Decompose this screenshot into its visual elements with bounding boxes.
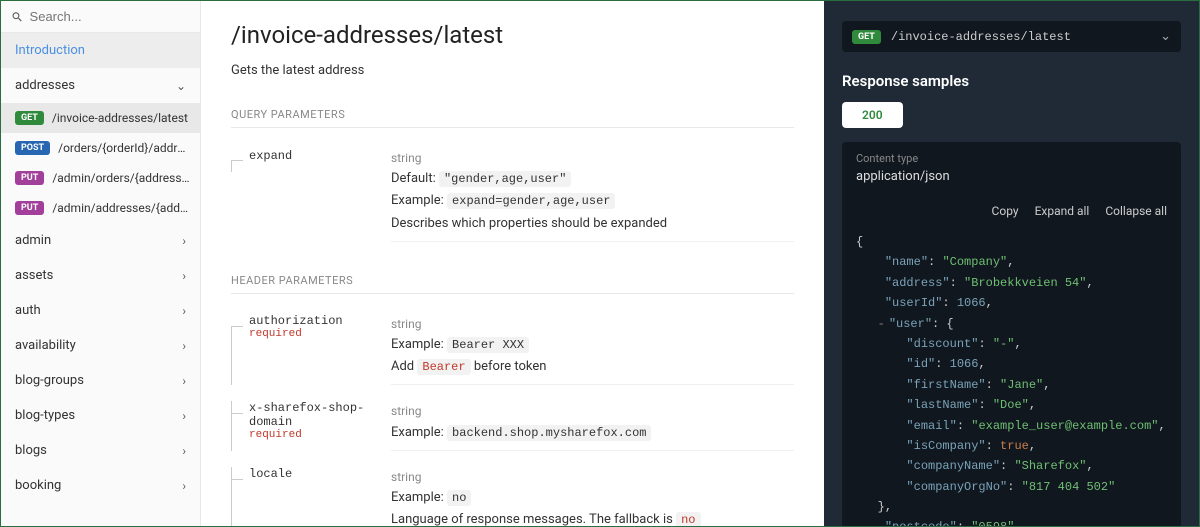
sidebar-group-label: blog-types: [15, 408, 75, 423]
status-tab-200[interactable]: 200: [842, 102, 903, 128]
query-params-title: QUERY PARAMETERS: [231, 108, 794, 128]
endpoint-label: /admin/addresses/{addr...: [52, 201, 190, 215]
samples-title: Response samples: [842, 72, 1181, 90]
sidebar-group-blogs[interactable]: blogs ›: [1, 433, 200, 468]
endpoint-path: /invoice-addresses/latest: [891, 30, 1160, 44]
param-type: string: [391, 401, 794, 421]
default-label: Default:: [391, 171, 436, 186]
content-type-box: Content type application/json: [842, 142, 1181, 194]
sidebar-group-label: blogs: [15, 443, 47, 458]
param-example: backend.shop.mysharefox.com: [447, 425, 651, 441]
example-label: Example:: [391, 490, 444, 505]
endpoint-label: /invoice-addresses/latest: [52, 111, 188, 125]
param-name: authorization: [249, 314, 391, 328]
content-type-label: Content type: [856, 152, 1167, 165]
sidebar-group-assets[interactable]: assets ›: [1, 258, 200, 293]
search-input[interactable]: [30, 9, 190, 24]
endpoint-description: Gets the latest address: [231, 63, 794, 78]
param-locale: locale string Example: no Language of re…: [231, 459, 794, 526]
param-type: string: [391, 467, 794, 487]
chevron-right-icon: ›: [182, 269, 186, 283]
samples-panel: GET /invoice-addresses/latest ⌄ Response…: [824, 1, 1199, 526]
sidebar-intro-label: Introduction: [15, 43, 85, 58]
sidebar-group-auth[interactable]: auth ›: [1, 293, 200, 328]
param-shop-domain: x-sharefox-shop-domain required string E…: [231, 393, 794, 458]
sidebar-group-label: addresses: [15, 78, 75, 93]
param-desc: Describes which properties should be exp…: [391, 213, 794, 235]
content-type-value: application/json: [856, 169, 1167, 184]
required-label: required: [249, 429, 391, 441]
sidebar-group-blog-groups[interactable]: blog-groups ›: [1, 363, 200, 398]
param-name: x-sharefox-shop-domain: [249, 401, 391, 429]
param-expand: expand string Default: "gender,age,user"…: [231, 140, 794, 250]
sidebar: Introduction addresses ⌄ GET /invoice-ad…: [1, 1, 201, 526]
sidebar-group-label: booking: [15, 478, 61, 493]
chevron-right-icon: ›: [182, 304, 186, 318]
sidebar-endpoint-2[interactable]: PUT /admin/orders/{addressi...: [1, 163, 200, 193]
copy-button[interactable]: Copy: [992, 204, 1019, 218]
example-label: Example:: [391, 337, 444, 352]
sidebar-group-label: auth: [15, 303, 41, 318]
chevron-right-icon: ›: [182, 234, 186, 248]
search-icon: [11, 10, 24, 24]
example-label: Example:: [391, 193, 444, 208]
chevron-right-icon: ›: [182, 444, 186, 458]
method-badge-put: PUT: [15, 171, 44, 185]
param-authorization: authorization required string Example: B…: [231, 306, 794, 394]
param-name: locale: [249, 467, 391, 481]
code-actions: Copy Expand all Collapse all: [842, 194, 1181, 228]
json-sample: { "name": "Company", "address": "Brobekk…: [842, 228, 1181, 526]
sidebar-group-availability[interactable]: availability ›: [1, 328, 200, 363]
sidebar-group-booking[interactable]: booking ›: [1, 468, 200, 503]
method-badge-put: PUT: [15, 201, 44, 215]
param-type: string: [391, 148, 794, 168]
chevron-down-icon: ⌄: [176, 79, 186, 93]
param-desc-post: before token: [471, 359, 547, 374]
param-example: Bearer XXX: [447, 337, 529, 353]
param-desc-pre: Language of response messages. The fallb…: [391, 512, 676, 526]
sidebar-intro[interactable]: Introduction: [1, 33, 200, 68]
method-badge-get: GET: [15, 111, 44, 125]
chevron-right-icon: ›: [182, 374, 186, 388]
sidebar-group-admin[interactable]: admin ›: [1, 223, 200, 258]
sidebar-endpoint-0[interactable]: GET /invoice-addresses/latest: [1, 103, 200, 133]
param-desc-code: no: [676, 512, 700, 526]
chevron-right-icon: ›: [182, 479, 186, 493]
param-desc-pre: Add: [391, 359, 417, 374]
header-params-title: HEADER PARAMETERS: [231, 274, 794, 294]
method-badge-post: POST: [15, 141, 50, 155]
param-type: string: [391, 314, 794, 334]
search-box[interactable]: [1, 1, 200, 33]
required-label: required: [249, 328, 391, 340]
param-example: expand=gender,age,user: [447, 193, 615, 209]
sidebar-endpoint-1[interactable]: POST /orders/{orderId}/addres...: [1, 133, 200, 163]
query-params: expand string Default: "gender,age,user"…: [231, 140, 794, 250]
sidebar-group-label: assets: [15, 268, 53, 283]
param-name: expand: [249, 149, 292, 163]
sidebar-endpoint-3[interactable]: PUT /admin/addresses/{addr...: [1, 193, 200, 223]
chevron-right-icon: ›: [182, 339, 186, 353]
endpoint-title: /invoice-addresses/latest: [231, 21, 794, 49]
expand-all-button[interactable]: Expand all: [1035, 204, 1090, 218]
endpoint-label: /orders/{orderId}/addres...: [58, 141, 190, 155]
chevron-right-icon: ›: [182, 409, 186, 423]
endpoint-label: /admin/orders/{addressi...: [52, 171, 190, 185]
sidebar-group-addresses[interactable]: addresses ⌄: [1, 68, 200, 103]
sidebar-group-blog-types[interactable]: blog-types ›: [1, 398, 200, 433]
chevron-down-icon: ⌄: [1160, 29, 1171, 44]
param-example: no: [447, 490, 471, 506]
collapse-all-button[interactable]: Collapse all: [1105, 204, 1167, 218]
sidebar-group-label: availability: [15, 338, 76, 353]
example-label: Example:: [391, 425, 444, 440]
endpoint-bar[interactable]: GET /invoice-addresses/latest ⌄: [842, 21, 1181, 52]
param-default: "gender,age,user": [439, 171, 571, 187]
sidebar-group-label: admin: [15, 233, 51, 248]
header-params: authorization required string Example: B…: [231, 306, 794, 526]
method-badge-get: GET: [852, 30, 881, 44]
param-desc-code: Bearer: [417, 359, 470, 375]
sidebar-group-label: blog-groups: [15, 373, 84, 388]
main-content: /invoice-addresses/latest Gets the lates…: [201, 1, 824, 526]
